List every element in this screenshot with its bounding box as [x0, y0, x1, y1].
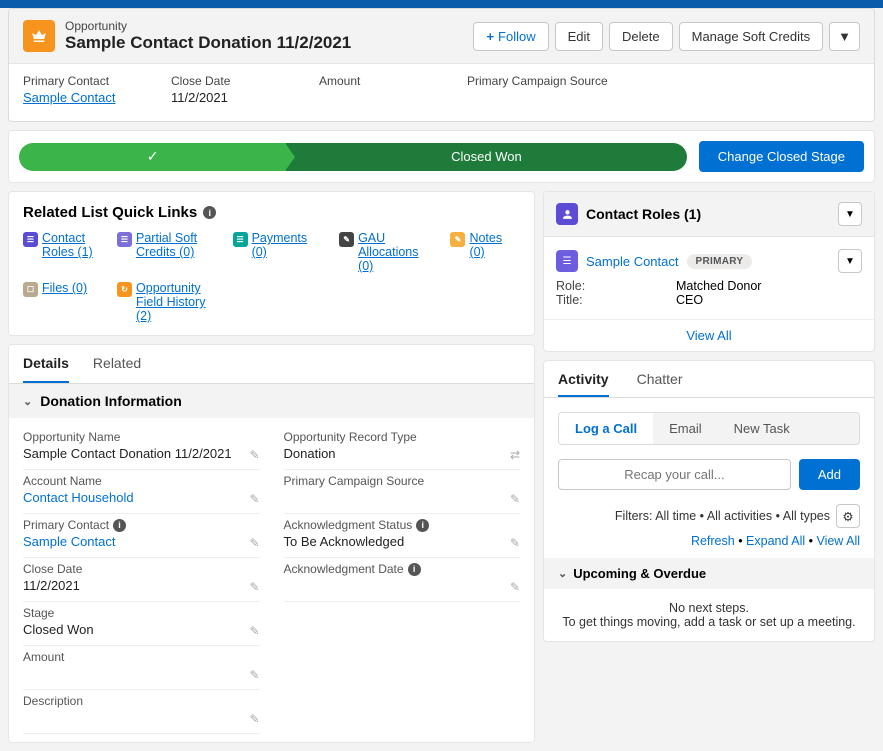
- ql-opportunity-field-history[interactable]: Opportunity Field History (2): [136, 281, 219, 323]
- amount-detail-value: [23, 666, 260, 683]
- close-date-detail-label: Close Date: [23, 562, 260, 576]
- subtab-email[interactable]: Email: [653, 413, 718, 444]
- primary-contact-detail-label: Primary Contact: [23, 518, 109, 532]
- edit-button[interactable]: Edit: [555, 22, 603, 51]
- ack-date-label: Acknowledgment Date: [284, 562, 404, 576]
- tab-activity[interactable]: Activity: [558, 371, 609, 397]
- manage-soft-credits-button[interactable]: Manage Soft Credits: [679, 22, 824, 51]
- close-date-label: Close Date: [171, 74, 271, 88]
- role-label: Role:: [556, 279, 676, 293]
- account-name-link[interactable]: Contact Household: [23, 490, 260, 507]
- stage-detail-label: Stage: [23, 606, 260, 620]
- delete-button[interactable]: Delete: [609, 22, 673, 51]
- info-icon[interactable]: i: [416, 519, 429, 532]
- more-actions-button[interactable]: ▼: [829, 22, 860, 51]
- amount-label: Amount: [319, 74, 419, 88]
- recap-call-input[interactable]: [558, 459, 791, 490]
- subtab-new-task[interactable]: New Task: [718, 413, 806, 444]
- primary-contact-label: Primary Contact: [23, 74, 123, 88]
- stage-path[interactable]: ✓ Closed Won: [19, 143, 687, 171]
- chevron-down-icon[interactable]: ⌄: [23, 395, 32, 408]
- record-type-label: Opportunity Record Type: [284, 430, 521, 444]
- ql-files[interactable]: Files (0): [42, 281, 87, 295]
- section-donation-info: Donation Information: [40, 393, 182, 409]
- info-icon[interactable]: i: [203, 206, 216, 219]
- tab-details[interactable]: Details: [23, 345, 69, 383]
- add-button[interactable]: Add: [799, 459, 860, 490]
- stage-detail-value: Closed Won: [23, 622, 260, 639]
- contact-role-item-menu[interactable]: ▼: [838, 249, 862, 273]
- opportunity-icon: [23, 20, 55, 52]
- subtab-log-a-call[interactable]: Log a Call: [559, 413, 653, 444]
- ack-status-value: To Be Acknowledged: [284, 534, 521, 551]
- edit-pencil-icon[interactable]: ✎: [249, 712, 259, 726]
- primary-contact-link[interactable]: Sample Contact: [23, 90, 123, 105]
- view-all-link[interactable]: View All: [816, 534, 860, 548]
- role-value: Matched Donor: [676, 279, 761, 293]
- tab-chatter[interactable]: Chatter: [637, 371, 683, 397]
- ql-payments[interactable]: Payments (0): [252, 231, 326, 259]
- contact-icon: ☰: [556, 250, 578, 272]
- chevron-down-icon[interactable]: ⌄: [558, 567, 567, 580]
- ql-notes[interactable]: Notes (0): [469, 231, 520, 259]
- related-list-quick-links-title: Related List Quick Links i: [23, 204, 520, 221]
- stage-closed-won[interactable]: Closed Won: [286, 143, 687, 171]
- ql-gau-allocations[interactable]: GAU Allocations (0): [358, 231, 436, 273]
- edit-pencil-icon[interactable]: ✎: [249, 580, 259, 594]
- refresh-link[interactable]: Refresh: [691, 534, 735, 548]
- page-title: Sample Contact Donation 11/2/2021: [65, 33, 473, 53]
- description-value: [23, 710, 260, 727]
- edit-pencil-icon[interactable]: ✎: [510, 580, 520, 594]
- primary-contact-detail-link[interactable]: Sample Contact: [23, 534, 260, 551]
- check-icon: ✓: [147, 148, 159, 165]
- no-next-steps-line1: No next steps.: [558, 601, 860, 615]
- campaign-detail-value: [284, 490, 521, 507]
- record-type-value: Donation: [284, 446, 521, 463]
- expand-all-link[interactable]: Expand All: [746, 534, 805, 548]
- edit-pencil-icon[interactable]: ✎: [249, 536, 259, 550]
- campaign-label: Primary Campaign Source: [467, 74, 608, 88]
- close-date-detail-value: 11/2/2021: [23, 578, 260, 595]
- account-name-label: Account Name: [23, 474, 260, 488]
- edit-pencil-icon[interactable]: ✎: [510, 492, 520, 506]
- info-icon[interactable]: i: [408, 563, 421, 576]
- upcoming-overdue-title: Upcoming & Overdue: [573, 566, 706, 581]
- title-label: Title:: [556, 293, 676, 307]
- gear-icon[interactable]: ⚙: [836, 504, 860, 528]
- ack-status-label: Acknowledgment Status: [284, 518, 413, 532]
- opp-name-value: Sample Contact Donation 11/2/2021: [23, 446, 260, 463]
- edit-pencil-icon[interactable]: ✎: [249, 448, 259, 462]
- change-record-type-icon[interactable]: ⇄: [510, 448, 520, 462]
- follow-button[interactable]: +Follow: [473, 22, 548, 51]
- close-date-value: 11/2/2021: [171, 90, 271, 105]
- amount-detail-label: Amount: [23, 650, 260, 664]
- contact-roles-title: Contact Roles (1): [586, 206, 830, 222]
- change-closed-stage-button[interactable]: Change Closed Stage: [699, 141, 864, 172]
- edit-pencil-icon[interactable]: ✎: [249, 624, 259, 638]
- opp-name-label: Opportunity Name: [23, 430, 260, 444]
- campaign-detail-label: Primary Campaign Source: [284, 474, 521, 488]
- record-type-label: Opportunity: [65, 19, 473, 33]
- contact-roles-view-all[interactable]: View All: [544, 319, 874, 351]
- edit-pencil-icon[interactable]: ✎: [510, 536, 520, 550]
- primary-badge: PRIMARY: [687, 254, 753, 269]
- contact-role-name-link[interactable]: Sample Contact: [586, 254, 679, 269]
- title-value: CEO: [676, 293, 703, 307]
- no-next-steps-line2: To get things moving, add a task or set …: [558, 615, 860, 629]
- contact-roles-menu-button[interactable]: ▼: [838, 202, 862, 226]
- tab-related[interactable]: Related: [93, 345, 141, 383]
- ack-date-value: [284, 578, 521, 595]
- ql-partial-soft-credits[interactable]: Partial Soft Credits (0): [136, 231, 219, 259]
- edit-pencil-icon[interactable]: ✎: [249, 668, 259, 682]
- description-label: Description: [23, 694, 260, 708]
- ql-contact-roles[interactable]: Contact Roles (1): [42, 231, 103, 259]
- edit-pencil-icon[interactable]: ✎: [249, 492, 259, 506]
- contact-roles-icon: [556, 203, 578, 225]
- activity-filters-text: Filters: All time • All activities • All…: [615, 509, 830, 523]
- info-icon[interactable]: i: [113, 519, 126, 532]
